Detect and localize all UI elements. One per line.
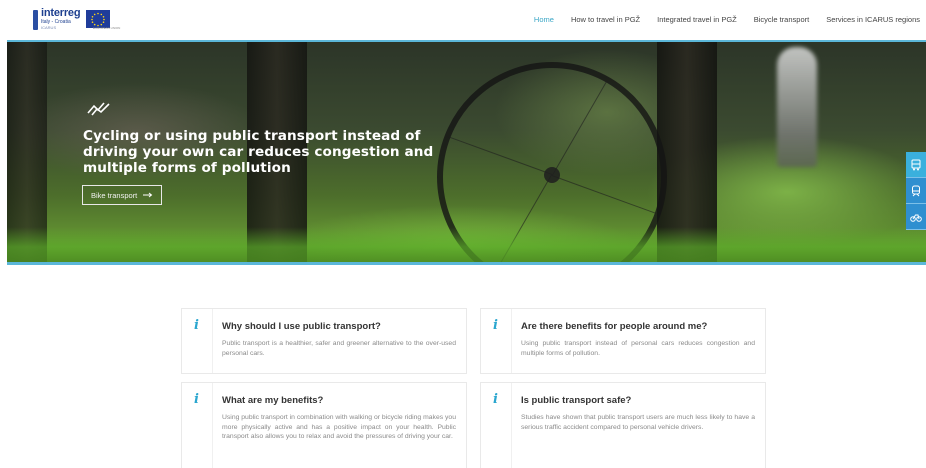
side-tabs (906, 152, 926, 230)
card-text: Using public transport in combination wi… (222, 414, 456, 441)
card-divider (511, 383, 512, 468)
logo-mark (33, 10, 38, 30)
info-card: i Is public transport safe? Studies have… (480, 382, 766, 468)
info-icon: i (194, 318, 199, 333)
info-card: i What are my benefits? Using public tra… (181, 382, 467, 468)
trend-line-icon (87, 102, 110, 116)
train-icon (912, 185, 920, 196)
wheel-hub (544, 167, 560, 183)
card-text: Studies have shown that public transport… (521, 414, 755, 431)
nav-item-how-to-travel[interactable]: How to travel in PGŽ (571, 15, 640, 24)
card-title: What are my benefits? (222, 395, 324, 406)
nav-item-integrated-travel[interactable]: Integrated travel in PGŽ (657, 15, 737, 24)
logo-title: interreg (41, 7, 81, 19)
side-tab-bus[interactable] (906, 152, 926, 178)
info-icon: i (493, 318, 498, 333)
site-header: interreg Italy - Croatia ICARUS EUROPEAN… (0, 0, 926, 40)
card-title: Are there benefits for people around me? (521, 321, 708, 332)
card-divider (212, 383, 213, 468)
bus-icon (911, 159, 921, 170)
bike-transport-button[interactable]: Bike transport (82, 185, 163, 205)
eu-caption: EUROPEAN UNION (93, 26, 121, 30)
main-nav: Home How to travel in PGŽ Integrated tra… (534, 15, 920, 24)
card-divider (511, 309, 512, 373)
info-icon: i (493, 392, 498, 407)
side-tab-train[interactable] (906, 178, 926, 204)
card-text: Using public transport instead of person… (521, 340, 755, 357)
card-divider (212, 309, 213, 373)
nav-item-home[interactable]: Home (534, 15, 554, 24)
logo-project: ICARUS (41, 25, 57, 30)
hero-grass (7, 227, 926, 262)
hero-title: Cycling or using public transport instea… (83, 128, 434, 176)
card-text: Public transport is a healthier, safer a… (222, 340, 456, 357)
bicycle-icon (910, 214, 922, 222)
hero-banner: Cycling or using public transport instea… (7, 40, 926, 265)
info-card: i Why should I use public transport? Pub… (181, 308, 467, 374)
nav-item-bicycle-transport[interactable]: Bicycle transport (754, 15, 809, 24)
info-card: i Are there benefits for people around m… (480, 308, 766, 374)
info-icon: i (194, 392, 199, 407)
logo-text: interreg Italy - Croatia ICARUS (41, 7, 81, 30)
card-title: Is public transport safe? (521, 395, 632, 406)
bike-transport-button-label: Bike transport (91, 190, 138, 200)
side-tab-bicycle[interactable] (906, 204, 926, 230)
nav-item-services-icarus[interactable]: Services in ICARUS regions (826, 15, 920, 24)
arrow-right-icon (143, 192, 153, 198)
hero-background-person (777, 47, 817, 167)
card-title: Why should I use public transport? (222, 321, 381, 332)
